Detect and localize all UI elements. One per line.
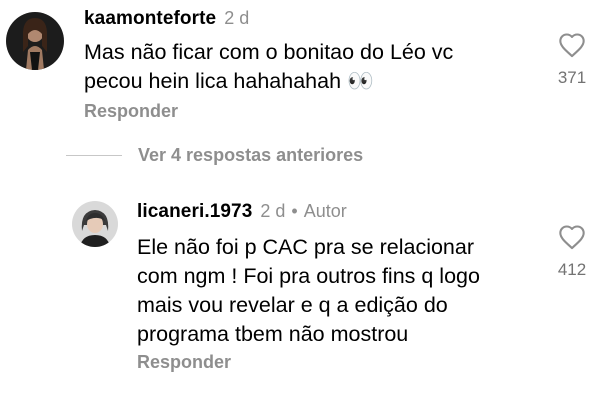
comment-1: kaamonteforte 2 d Mas não ficar com o bo… xyxy=(0,0,600,130)
avatar[interactable] xyxy=(6,12,64,70)
avatar[interactable] xyxy=(72,201,118,247)
comment-text: Mas não ficar com o bonitao do Léo vc pe… xyxy=(84,40,454,93)
comment-2: licaneri.1973 2 d • Autor Ele não foi p … xyxy=(0,190,600,400)
reply-button[interactable]: Responder xyxy=(137,352,231,373)
profile-photo-icon xyxy=(72,201,118,247)
separator-dot: • xyxy=(291,201,298,221)
profile-photo-icon xyxy=(6,12,64,70)
comment-meta: licaneri.1973 2 d • Autor xyxy=(137,201,347,223)
reply-button[interactable]: Responder xyxy=(84,101,178,122)
heart-outline-icon[interactable] xyxy=(558,32,586,58)
heart-outline-icon[interactable] xyxy=(558,224,586,250)
timestamp: 2 d xyxy=(260,201,286,221)
view-replies-label[interactable]: Ver 4 respostas anteriores xyxy=(138,145,363,166)
comment-text: Ele não foi p CAC pra se relacionar com … xyxy=(137,235,480,346)
like-count: 371 xyxy=(557,68,587,87)
view-previous-replies[interactable]: Ver 4 respostas anteriores xyxy=(66,145,363,166)
username[interactable]: kaamonteforte xyxy=(84,8,216,30)
divider-line xyxy=(66,155,122,156)
username[interactable]: licaneri.1973 xyxy=(137,201,252,223)
like-count: 412 xyxy=(557,260,587,279)
author-badge: Autor xyxy=(303,201,347,221)
timestamp: 2 d xyxy=(224,8,250,28)
comment-meta: kaamonteforte 2 d xyxy=(84,8,249,30)
